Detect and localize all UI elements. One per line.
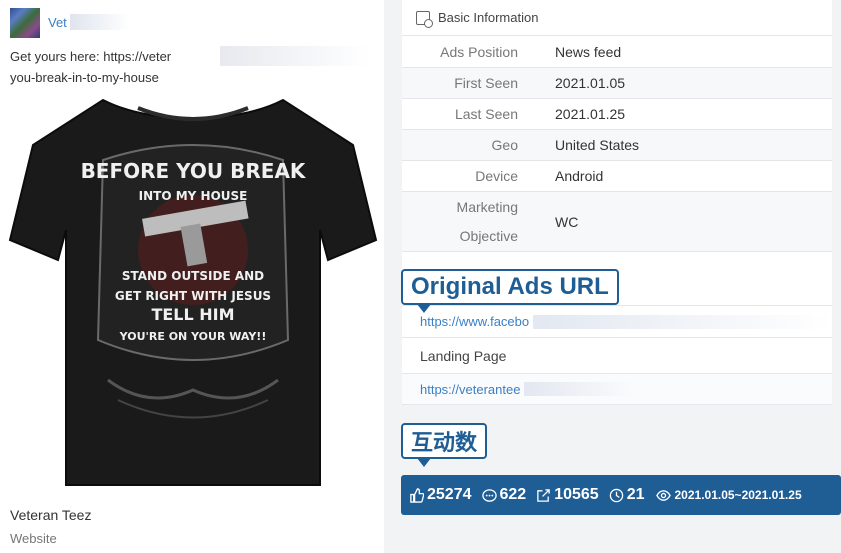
advertiser-name: Veteran Teez — [10, 507, 92, 523]
info-value: Android — [555, 168, 604, 184]
shirt-text-6: YOU'RE ON YOUR WAY!! — [119, 330, 267, 343]
info-value: 2021.01.05 — [555, 75, 626, 91]
ad-preview-panel: Vet Get yours here: https://veter you-br… — [0, 0, 384, 553]
info-key: Device — [475, 168, 518, 184]
landing-page-label-row: Landing Page — [402, 338, 832, 374]
shares-count: 10565 — [554, 486, 599, 503]
info-key: Geo — [491, 137, 518, 153]
engagement-callout: 互动数 — [401, 423, 488, 467]
info-key: Ads Position — [440, 44, 518, 60]
info-row-geo: Geo United States — [402, 130, 832, 161]
date-range-stat: 2021.01.05~2021.01.25 — [655, 488, 802, 503]
info-row-device: Device Android — [402, 161, 832, 192]
days-count: 21 — [626, 486, 645, 503]
eye-icon — [655, 489, 671, 501]
original-url-row: https://www.facebo — [402, 306, 832, 338]
days-stat: 21 — [609, 486, 645, 504]
author-redaction — [70, 14, 130, 30]
shirt-text-1: BEFORE YOU BREAK — [81, 159, 307, 183]
info-value: United States — [555, 137, 640, 153]
caption-redaction — [220, 46, 370, 66]
comment-icon — [481, 488, 497, 502]
page-avatar[interactable] — [10, 8, 40, 38]
url-redaction — [533, 314, 832, 329]
info-row-marketing-objective: Marketing Objective WC — [402, 192, 832, 252]
shirt-text-4: GET RIGHT WITH JESUS — [115, 289, 271, 303]
share-icon — [537, 488, 550, 502]
info-key: First Seen — [454, 75, 518, 91]
info-value: 2021.01.25 — [555, 106, 626, 122]
ad-creative-image[interactable]: BEFORE YOU BREAK INTO MY HOUSE STAND OUT… — [8, 90, 378, 500]
basic-info-title: Basic Information — [438, 10, 539, 25]
original-url-link[interactable]: https://www.facebo — [420, 314, 529, 329]
shirt-text-5: TELL HIM — [151, 305, 234, 324]
landing-page-label: Landing Page — [420, 347, 507, 364]
info-row-first-seen: First Seen 2021.01.05 — [402, 68, 832, 99]
document-search-icon — [416, 10, 433, 28]
likes-count: 25274 — [427, 486, 472, 503]
landing-url-link[interactable]: https://veterantee — [420, 382, 520, 397]
likes-stat: 25274 — [409, 486, 472, 504]
engagement-stats-bar: 25274 622 10565 21 2021.01.05~2021.01.25 — [401, 475, 841, 515]
info-key: Last Seen — [454, 106, 518, 122]
original-ads-url-callout: Original Ads URL — [401, 269, 619, 313]
caption-line-2: you-break-in-to-my-house — [10, 70, 159, 85]
info-row-ads-position: Ads Position News feed — [402, 37, 832, 68]
basic-info-table: Ads Position News feed First Seen 2021.0… — [402, 37, 832, 252]
info-value: News feed — [555, 44, 622, 60]
info-key: Marketing Objective — [456, 198, 518, 244]
shares-stat: 10565 — [536, 486, 599, 504]
thumbs-up-icon — [410, 487, 424, 503]
shirt-text-3: STAND OUTSIDE AND — [122, 269, 264, 283]
page-author-link[interactable]: Vet — [48, 15, 67, 30]
comments-count: 622 — [499, 486, 527, 503]
info-value: WC — [555, 213, 579, 230]
tshirt-image: BEFORE YOU BREAK INTO MY HOUSE STAND OUT… — [8, 98, 378, 486]
comments-stat: 622 — [481, 486, 527, 504]
date-range: 2021.01.05~2021.01.25 — [674, 488, 802, 502]
shirt-text-2: INTO MY HOUSE — [139, 189, 248, 203]
basic-info-header: Basic Information — [402, 0, 832, 36]
advertiser-type: Website — [10, 531, 57, 546]
landing-url-row: https://veterantee — [402, 374, 832, 405]
url-redaction — [524, 382, 635, 396]
info-row-last-seen: Last Seen 2021.01.25 — [402, 99, 832, 130]
clock-icon — [609, 488, 623, 502]
